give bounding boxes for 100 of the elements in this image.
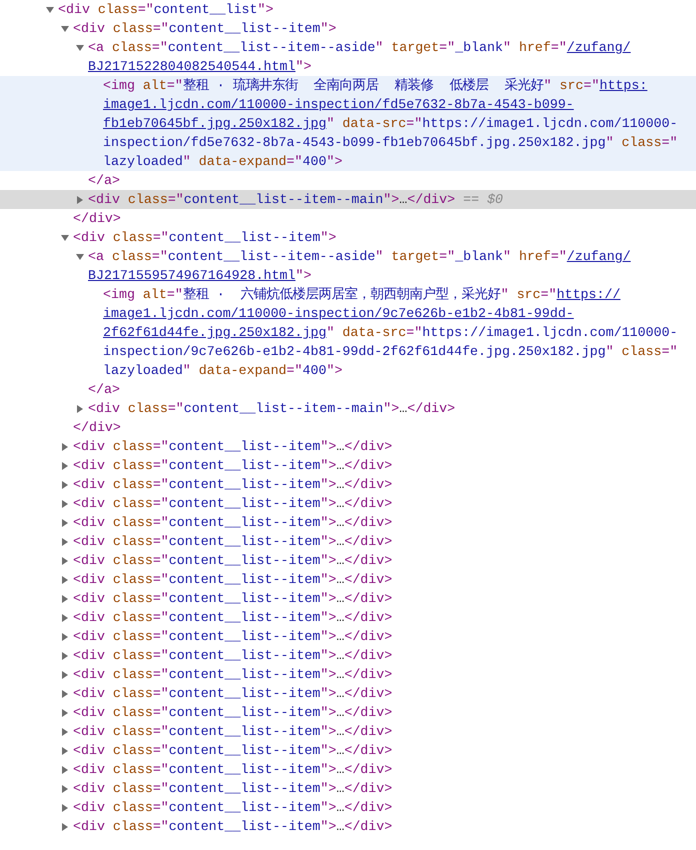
triangle-down-icon[interactable] [61,24,69,32]
url-link[interactable]: BJ2171559574967164928.html [88,268,296,283]
attribute-value: content__list--item [168,534,320,549]
triangle-down-icon[interactable] [76,44,84,52]
attribute-name: class [112,591,153,606]
attribute-name: class [112,477,153,492]
triangle-right-icon[interactable] [61,728,69,736]
tag-markup: </div> [344,819,392,834]
url-link[interactable]: https: [599,78,648,93]
triangle-down-icon[interactable] [76,252,84,260]
tag-markup: "> [320,743,336,758]
triangle-right-icon[interactable] [61,556,69,564]
url-link[interactable]: fb1eb70645bf.jpg.250x182.jpg [103,116,326,131]
triangle-right-icon[interactable] [61,480,69,488]
attribute-value: content__list--item [168,477,320,492]
tag-markup: =" [152,667,169,682]
attribute-value: _blank [455,249,503,264]
triangle-right-icon[interactable] [61,462,69,470]
tag-markup: </div> [344,496,392,511]
attribute-value: https://image1.ljcdn.com/110000- [422,116,678,131]
collapsed-ellipsis: … [336,533,344,551]
attribute-name: data-src [341,325,406,340]
triangle-right-icon[interactable] [61,538,69,546]
tag-markup: =" [168,192,184,207]
attribute-name: target [390,40,440,55]
triangle-right-icon[interactable] [61,804,69,812]
triangle-right-icon[interactable] [61,500,69,508]
attribute-name: class [112,610,153,625]
tag-markup: <a [88,40,104,55]
tag-markup: =" [550,249,567,264]
tag-markup: "> [295,59,312,74]
attribute-value: content__list--item--main [184,401,384,416]
triangle-right-icon[interactable] [61,518,69,526]
tag-markup: </div> [344,534,392,549]
tag-markup: " [326,325,334,340]
triangle-right-icon[interactable] [61,594,69,602]
tag-markup: =" [152,686,169,701]
tag-markup: =" [152,553,169,568]
attribute-value: content__list--item [168,819,320,834]
triangle-down-icon[interactable] [61,234,69,242]
attribute-value: content__list--item [168,743,320,758]
tag-markup: =" [152,800,169,815]
triangle-right-icon[interactable] [61,614,69,622]
triangle-right-icon[interactable] [61,652,69,660]
url-link[interactable]: /zufang/ [566,249,631,264]
collapsed-ellipsis: … [336,647,344,665]
attribute-value: content__list--item [168,515,320,530]
triangle-right-icon[interactable] [61,766,69,774]
tag-markup: </div> [344,724,392,739]
collapsed-ellipsis: … [336,495,344,513]
tag-markup: "> [320,724,336,739]
triangle-right-icon[interactable] [61,670,69,678]
attribute-name: class [126,401,168,416]
tag-markup: =" [166,287,183,302]
tag-markup: =" [152,496,169,511]
url-link[interactable]: 2f62f61d44fe.jpg.250x182.jpg [103,325,326,340]
url-link[interactable]: image1.ljcdn.com/110000-inspection/fd5e7632-8b7a-4543-b099- [103,97,574,112]
triangle-right-icon[interactable] [61,576,69,584]
tag-markup: </div> [344,458,392,473]
tag-markup: =" [152,21,169,36]
tag-markup: <div [73,724,105,739]
url-link[interactable]: https:// [556,287,620,302]
tag-markup: </div> [344,667,392,682]
attribute-name: class [112,648,153,663]
triangle-right-icon[interactable] [61,690,69,698]
collapsed-ellipsis: … [336,476,344,494]
tag-markup: "> [258,2,274,17]
triangle-right-icon[interactable] [76,196,84,204]
url-link[interactable]: image1.ljcdn.com/110000-inspection/9c7e626b-e1b2-4b81-99dd- [103,306,574,321]
tag-markup: =" [152,477,169,492]
selected-node-row[interactable]: <div class="content__list--item--main">…</div> == $0 [0,190,696,209]
tag-markup: "> [295,268,312,283]
tag-markup: =" [286,363,303,378]
tag-markup: <div [73,667,105,682]
attribute-value: content__list--item [168,572,320,587]
attribute-value: content__list--item [168,496,320,511]
triangle-right-icon[interactable] [61,822,69,830]
url-link[interactable]: /zufang/ [566,40,631,55]
attribute-value: _blank [455,40,503,55]
triangle-right-icon[interactable] [61,632,69,640]
attribute-value: 400 [302,154,326,169]
triangle-right-icon[interactable] [76,404,84,412]
triangle-right-icon[interactable] [61,442,69,450]
tag-markup: =" [166,78,183,93]
attribute-value: content__list--item [168,667,320,682]
triangle-down-icon[interactable] [46,6,54,14]
triangle-right-icon[interactable] [61,708,69,716]
collapsed-ellipsis: … [399,400,408,418]
attribute-name: class [112,819,153,834]
collapsed-ellipsis: … [336,666,344,684]
triangle-right-icon[interactable] [61,784,69,792]
tag-markup: =" [152,781,169,796]
tag-markup: "> [320,515,336,530]
url-link[interactable]: BJ2171522804082540544.html [88,59,296,74]
tag-markup: "> [320,667,336,682]
tag-markup: <div [73,743,105,758]
tag-markup: =" [406,116,422,131]
triangle-right-icon[interactable] [61,746,69,754]
tag-markup: =" [152,629,169,644]
attribute-name: src [516,287,541,302]
